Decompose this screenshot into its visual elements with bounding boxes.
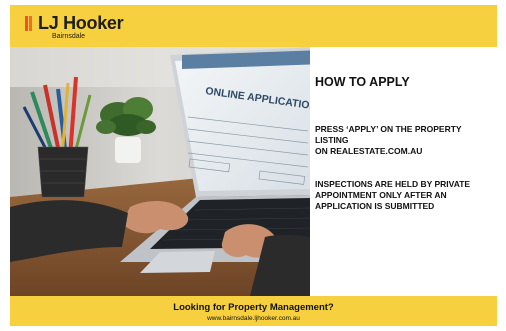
header-bar: LJ Hooker Bairnsdale — [10, 5, 497, 47]
laptop-illustration: ONLINE APPLICATION — [10, 47, 310, 296]
footer-bar: Looking for Property Management? www.bai… — [10, 296, 497, 326]
logo-bars-icon — [25, 16, 35, 31]
footer-title: Looking for Property Management? — [173, 302, 334, 313]
step-apply: PRESS ‘APPLY’ ON THE PROPERTY LISTING ON… — [315, 124, 495, 157]
step-inspection: INSPECTIONS ARE HELD BY PRIVATE APPOINTM… — [315, 179, 471, 211]
brand-logo: LJ Hooker Bairnsdale — [25, 13, 135, 43]
laptop-photo: ONLINE APPLICATION — [10, 47, 310, 296]
footer-url[interactable]: www.bairnsdale.ljhooker.com.au — [10, 315, 497, 322]
brand-name: LJ Hooker — [38, 13, 124, 33]
how-to-apply-panel: HOW TO APPLY PRESS ‘APPLY’ ON THE PROPER… — [315, 75, 495, 212]
how-to-apply-title: HOW TO APPLY — [315, 75, 410, 89]
step-apply-line1: PRESS ‘APPLY’ ON THE PROPERTY LISTING — [315, 124, 462, 145]
brand-office: Bairnsdale — [52, 33, 86, 40]
step-apply-line2: ON REALESTATE.COM.AU — [315, 146, 423, 156]
flyer: LJ Hooker Bairnsdale ONLINE APPLICATION … — [10, 5, 497, 326]
